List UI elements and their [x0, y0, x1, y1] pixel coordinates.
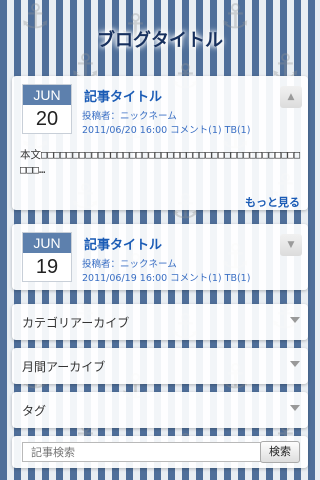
arrow-up-icon: ▲ [287, 92, 295, 102]
search-input[interactable] [22, 442, 264, 462]
search-button[interactable]: 検索 [260, 441, 300, 463]
post-card: JUN 20 記事タイトル 投稿者：ニックネーム 2011/06/20 16:0… [12, 76, 308, 210]
post-title[interactable]: 記事タイトル [84, 234, 162, 253]
date-month: JUN [23, 233, 71, 253]
post-author: 投稿者：ニックネーム [82, 111, 177, 122]
section-tags[interactable]: タグ [12, 392, 308, 428]
blog-title[interactable]: ブログタイトル [0, 26, 320, 52]
post-card: JUN 19 記事タイトル 投稿者：ニックネーム 2011/06/19 16:0… [12, 224, 308, 290]
date-badge: JUN 19 [22, 232, 72, 282]
collapse-button[interactable]: ▲ [280, 86, 302, 108]
section-monthly-archive[interactable]: 月間アーカイブ [12, 348, 308, 384]
section-label: カテゴリアーカイブ [22, 316, 130, 330]
post-meta[interactable]: 2011/06/19 16:00 コメント(1) TB(1) [82, 270, 250, 284]
section-category-archive[interactable]: カテゴリアーカイブ [12, 304, 308, 340]
search-bar: 検索 [12, 436, 308, 468]
post-author: 投稿者：ニックネーム [82, 259, 177, 270]
date-day: 20 [35, 108, 59, 130]
chevron-down-icon [290, 317, 300, 323]
arrow-down-icon: ▼ [287, 240, 295, 250]
read-more-link[interactable]: もっと見る [245, 194, 300, 210]
date-badge: JUN 20 [22, 84, 72, 134]
date-day: 19 [35, 256, 59, 278]
post-title[interactable]: 記事タイトル [84, 86, 162, 105]
chevron-down-icon [290, 361, 300, 367]
expand-button[interactable]: ▼ [280, 234, 302, 256]
date-month: JUN [23, 85, 71, 105]
section-label: 月間アーカイブ [22, 360, 106, 374]
post-meta[interactable]: 2011/06/20 16:00 コメント(1) TB(1) [82, 122, 250, 136]
chevron-down-icon [290, 405, 300, 411]
post-body: 本文□□□□□□□□□□□□□□□□□□□□□□□□□□□□□□□□□□□□□□… [20, 149, 301, 176]
section-label: タグ [22, 404, 47, 418]
